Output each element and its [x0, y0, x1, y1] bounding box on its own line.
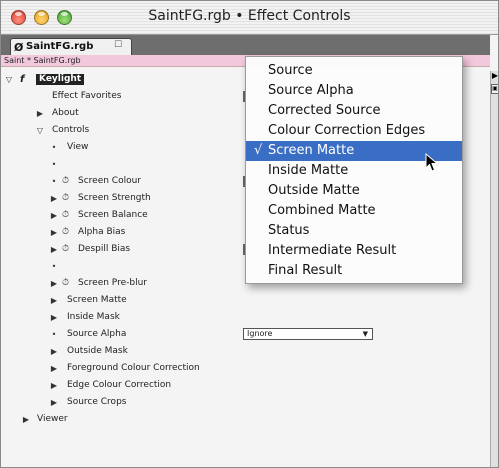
inside-mask-row[interactable]: ▶ Inside Mask — [1, 309, 490, 326]
effect-name: Keylight — [36, 74, 85, 85]
outside-mask-row[interactable]: ▶ Outside Mask — [1, 343, 490, 360]
view-menu-item-label: Inside Matte — [268, 163, 349, 178]
screen-preblur-label: Screen Pre-blur — [78, 278, 147, 288]
outside-mask-label: Outside Mask — [67, 346, 128, 356]
title-bar[interactable]: SaintFG.rgb • Effect Controls — [1, 1, 498, 35]
bullet-icon: • — [51, 160, 57, 169]
stopwatch-icon[interactable]: ⏱ — [62, 173, 69, 190]
collapsed-triangle-icon[interactable]: ▶ — [49, 207, 59, 224]
view-menu-item-label: Source Alpha — [268, 83, 354, 98]
effect-controls-window: SaintFG.rgb • Effect Controls Ø SaintFG.… — [0, 0, 499, 468]
stopwatch-icon[interactable]: ⏱ — [62, 241, 69, 258]
bullet-icon: • — [51, 262, 57, 271]
panel-menu-icon[interactable]: ▣ — [491, 84, 498, 94]
source-crops-label: Source Crops — [67, 397, 127, 407]
view-menu-item[interactable]: Intermediate Result — [246, 241, 462, 261]
source-crops-row[interactable]: ▶ Source Crops — [1, 394, 490, 411]
view-menu-item-label: Combined Matte — [268, 203, 376, 218]
fg-colour-correction-label: Foreground Colour Correction — [67, 363, 200, 373]
source-alpha-label: Source Alpha — [67, 329, 127, 339]
collapsed-triangle-icon[interactable]: ▶ — [49, 343, 59, 360]
view-menu-item-label: Status — [268, 223, 310, 238]
view-menu-item-label: Screen Matte — [268, 143, 355, 158]
vertical-scrollbar[interactable]: ▶ ▣ — [490, 71, 498, 467]
expanded-triangle-icon[interactable]: ▽ — [35, 122, 45, 139]
collapsed-triangle-icon[interactable]: ▶ — [49, 275, 59, 292]
tab-close-icon[interactable]: ☐ — [114, 40, 122, 50]
view-menu-item-label: Outside Matte — [268, 183, 360, 198]
tab-bar: Ø SaintFG.rgb ☐ — [1, 35, 490, 55]
view-menu-item[interactable]: Combined Matte — [246, 201, 462, 221]
collapsed-triangle-icon[interactable]: ▶ — [49, 377, 59, 394]
edge-colour-correction-row[interactable]: ▶ Edge Colour Correction — [1, 377, 490, 394]
view-menu-item[interactable]: Outside Matte — [246, 181, 462, 201]
controls-label: Controls — [52, 125, 90, 135]
screen-colour-label: Screen Colour — [78, 176, 142, 186]
view-menu-item[interactable]: Final Result — [246, 261, 462, 281]
despill-bias-label: Despill Bias — [78, 244, 131, 254]
collapsed-triangle-icon[interactable]: ▶ — [49, 309, 59, 326]
view-menu-item[interactable]: Corrected Source — [246, 101, 462, 121]
collapsed-triangle-icon[interactable]: ▶ — [49, 394, 59, 411]
collapsed-triangle-icon[interactable]: ▶ — [49, 292, 59, 309]
collapsed-triangle-icon[interactable]: ▶ — [49, 241, 59, 258]
view-menu-item-label: Source — [268, 63, 313, 78]
expanded-triangle-icon[interactable]: ▽ — [4, 71, 14, 88]
view-menu-item-label: Final Result — [268, 263, 343, 278]
scroll-right-arrow-icon[interactable]: ▶ — [491, 71, 498, 81]
source-alpha-value: Ignore — [247, 329, 273, 338]
stopwatch-icon[interactable]: ⏱ — [62, 207, 69, 224]
bullet-icon: • — [51, 177, 57, 186]
alpha-bias-label: Alpha Bias — [78, 227, 126, 237]
view-menu-item-label: Colour Correction Edges — [268, 123, 426, 138]
collapsed-triangle-icon[interactable]: ▶ — [21, 411, 31, 428]
view-menu-item-label: Corrected Source — [268, 103, 381, 118]
viewer-row[interactable]: ▶ Viewer — [1, 411, 490, 428]
about-label: About — [52, 108, 79, 118]
collapsed-triangle-icon[interactable]: ▶ — [49, 224, 59, 241]
view-label: View — [67, 142, 89, 152]
source-alpha-row[interactable]: • Source Alpha Ignore ▼ — [1, 326, 490, 343]
bullet-icon: • — [51, 143, 57, 152]
bullet-icon: • — [51, 330, 57, 339]
stopwatch-icon[interactable]: ⏱ — [62, 190, 69, 207]
collapsed-triangle-icon[interactable]: ▶ — [49, 190, 59, 207]
view-menu-item[interactable]: Source — [246, 61, 462, 81]
source-alpha-select[interactable]: Ignore ▼ — [243, 328, 373, 340]
effect-favorites-label: Effect Favorites — [52, 91, 122, 101]
fg-colour-correction-row[interactable]: ▶ Foreground Colour Correction — [1, 360, 490, 377]
tab-label: SaintFG.rgb — [26, 41, 94, 52]
screen-balance-label: Screen Balance — [78, 210, 148, 220]
mouse-pointer-icon — [425, 153, 439, 172]
collapsed-triangle-icon[interactable]: ▶ — [49, 360, 59, 377]
stopwatch-icon[interactable]: ⏱ — [62, 224, 69, 241]
edge-colour-correction-label: Edge Colour Correction — [67, 380, 172, 390]
checkmark-icon: √ — [254, 143, 263, 158]
window-title: SaintFG.rgb • Effect Controls — [148, 8, 351, 24]
collapsed-triangle-icon[interactable]: ▶ — [35, 105, 45, 122]
effect-icon: Ø — [14, 41, 24, 54]
view-menu-item[interactable]: Status — [246, 221, 462, 241]
inside-mask-label: Inside Mask — [67, 312, 120, 322]
screen-matte-row[interactable]: ▶ Screen Matte — [1, 292, 490, 309]
fx-toggle-icon[interactable]: f — [20, 71, 24, 88]
view-menu-item[interactable]: Colour Correction Edges — [246, 121, 462, 141]
stopwatch-icon[interactable]: ⏱ — [62, 275, 69, 292]
screen-strength-label: Screen Strength — [78, 193, 151, 203]
view-menu-item[interactable]: Source Alpha — [246, 81, 462, 101]
tab-saintfg[interactable]: Ø SaintFG.rgb ☐ — [10, 38, 132, 55]
view-menu-item-label: Intermediate Result — [268, 243, 397, 258]
screen-matte-label: Screen Matte — [67, 295, 127, 305]
viewer-label: Viewer — [37, 414, 68, 424]
dropdown-arrow-icon: ▼ — [362, 330, 368, 338]
